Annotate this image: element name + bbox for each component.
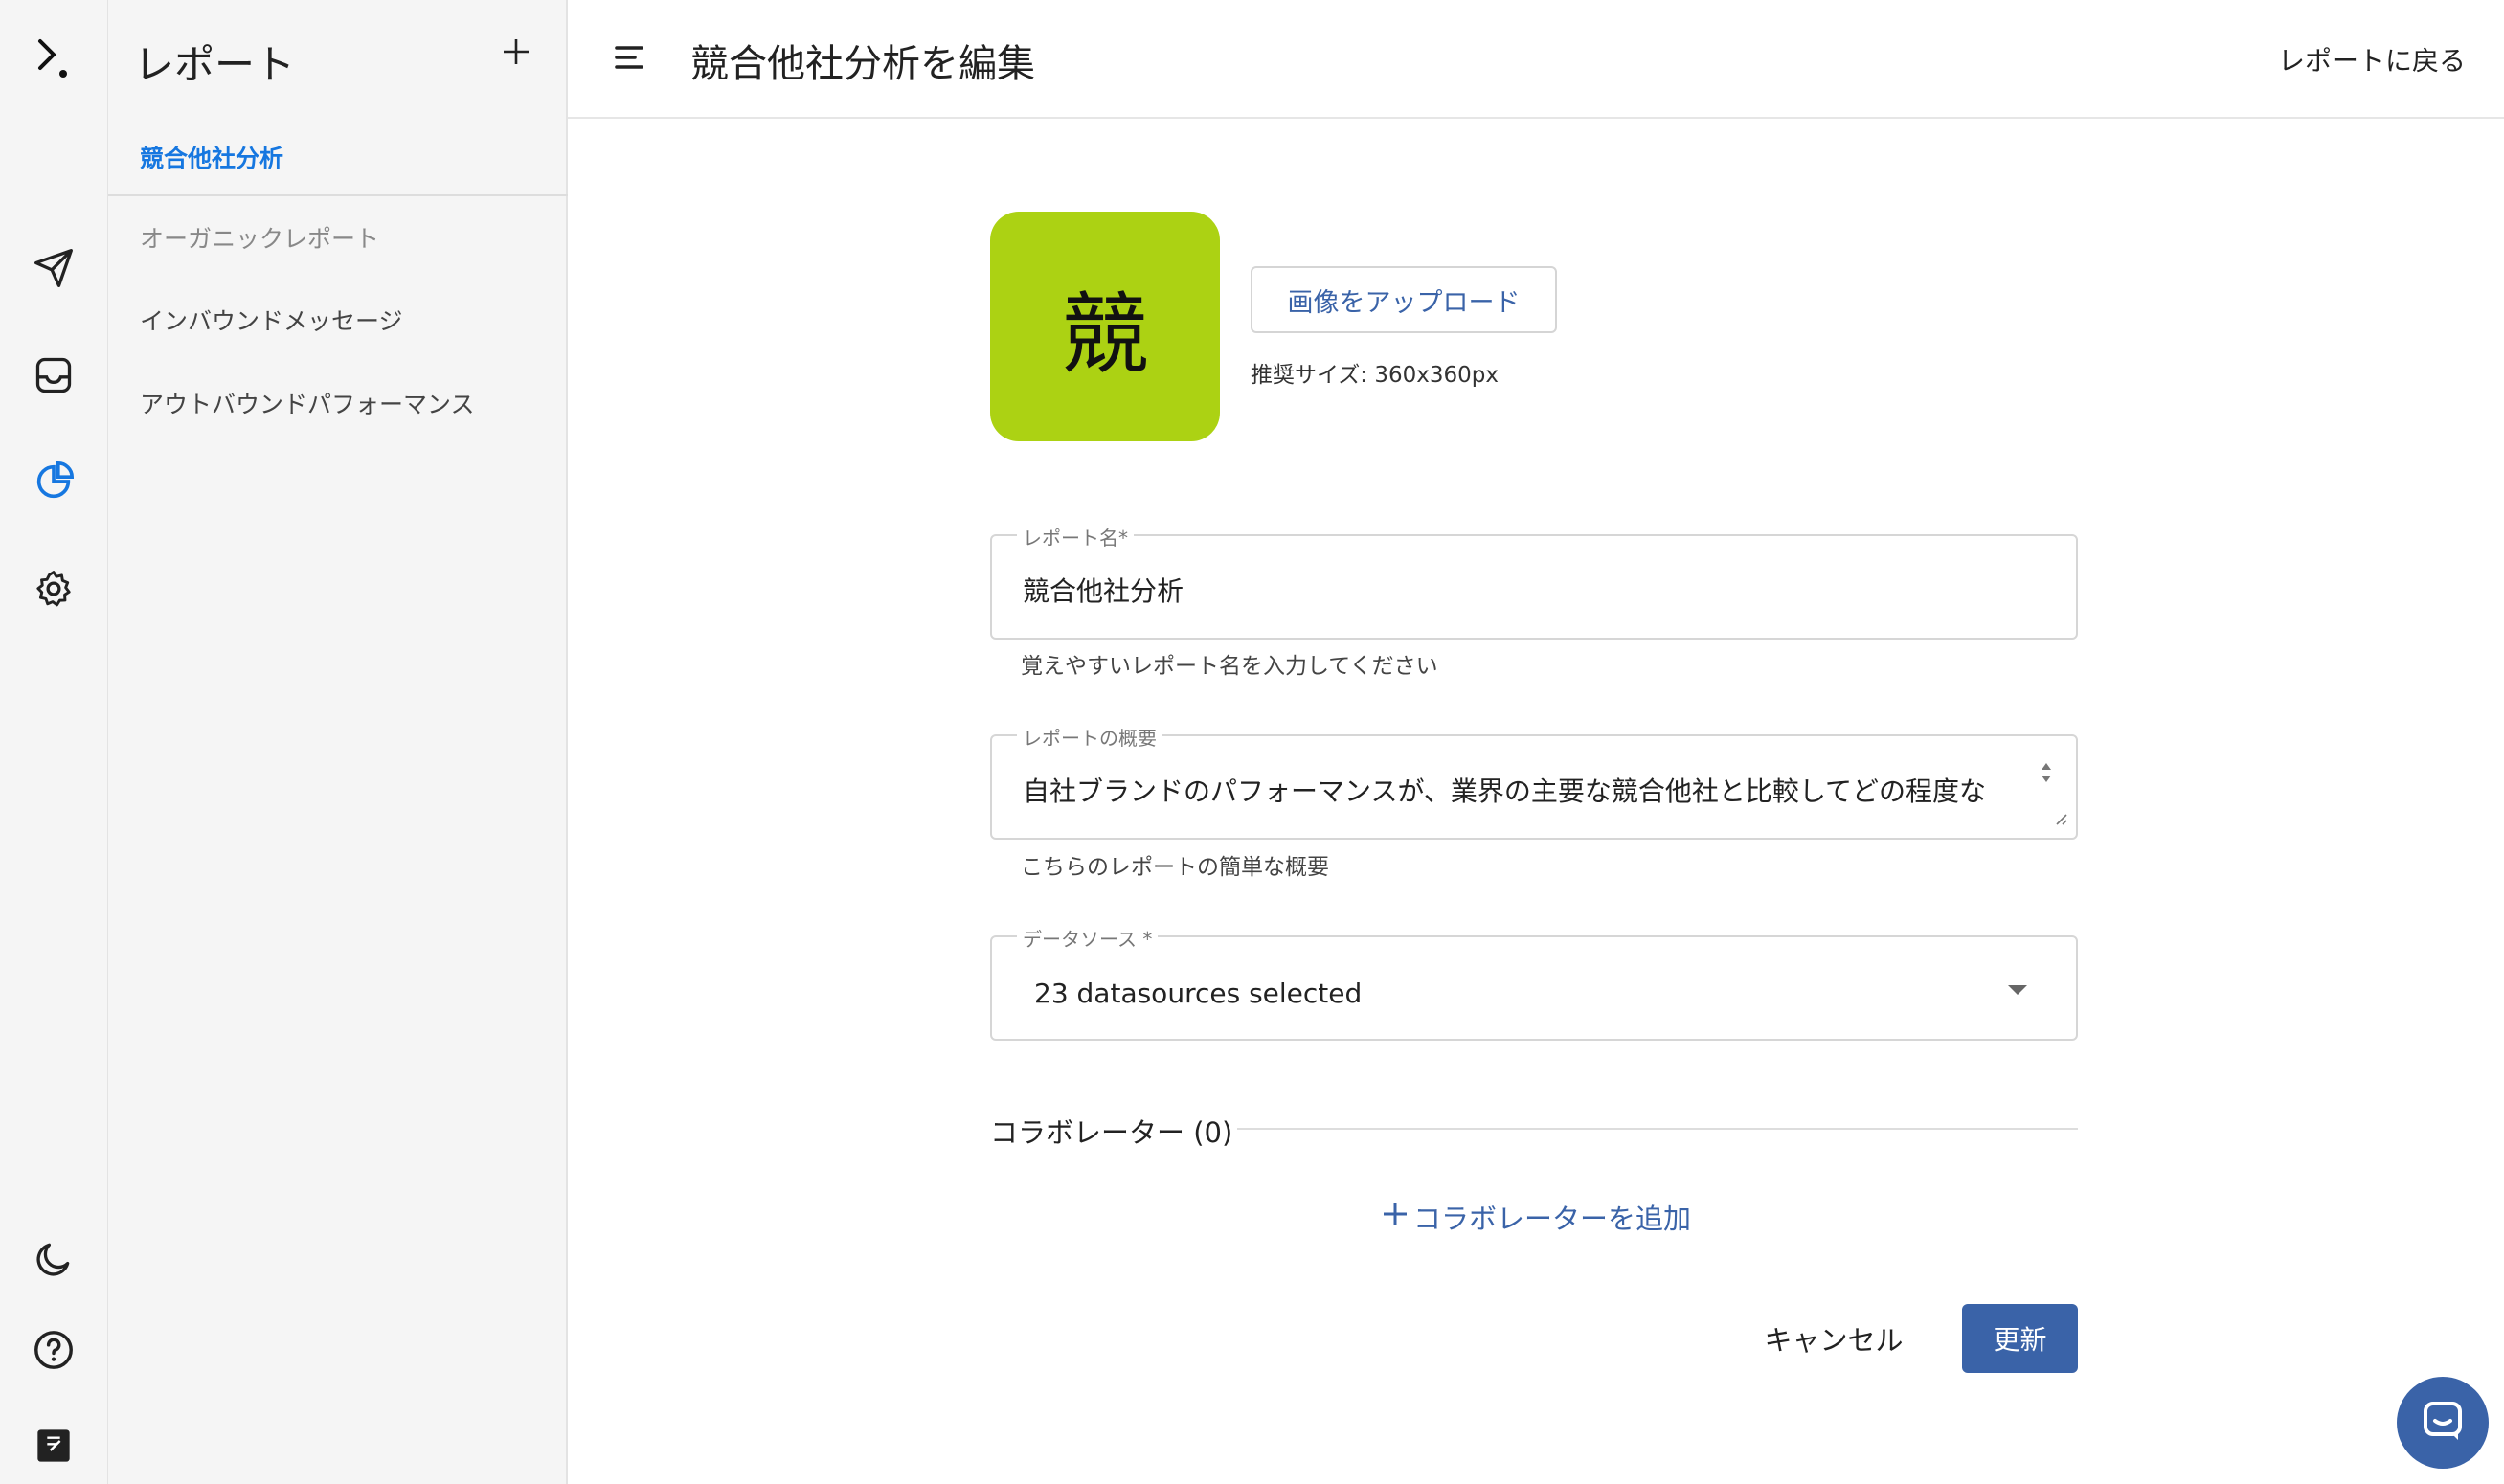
- reports-sidebar: レポート 競合他社分析 オーガニックレポート インバウンドメッセージ アウトバウ…: [108, 0, 568, 1484]
- sidebar-item-outbound-performance[interactable]: アウトバウンドパフォーマンス: [140, 386, 475, 420]
- plus-icon: [501, 36, 531, 71]
- plus-icon: [1381, 1200, 1410, 1235]
- logo-icon[interactable]: [25, 31, 82, 88]
- report-summary-helper: こちらのレポートの簡単な概要: [1021, 855, 1329, 880]
- report-summary-label: レポートの概要: [1017, 723, 1162, 751]
- update-button[interactable]: 更新: [1962, 1304, 2078, 1373]
- sidebar-divider: [108, 194, 568, 196]
- add-report-button[interactable]: [487, 25, 545, 82]
- gear-icon[interactable]: [25, 560, 82, 618]
- sidebar-item-inbound-messages[interactable]: インバウンドメッセージ: [140, 303, 403, 337]
- collaborators-divider: [1237, 1128, 2078, 1130]
- report-name-label: レポート名*: [1017, 523, 1134, 551]
- chat-icon: [2420, 1398, 2466, 1448]
- add-collaborator-label: コラボレーターを追加: [1413, 1203, 1692, 1235]
- report-name-helper: 覚えやすいレポート名を入力してください: [1021, 654, 1438, 679]
- inbox-icon[interactable]: [25, 347, 82, 404]
- pie-chart-icon[interactable]: [25, 453, 82, 510]
- datasource-selected-value: 23 datasources selected: [1034, 978, 1363, 1009]
- notebook-icon[interactable]: [25, 1417, 82, 1474]
- page-header: 競合他社分析を編集 レポートに戻る: [568, 0, 2504, 119]
- menu-icon: [614, 44, 644, 75]
- datasource-select[interactable]: データソース * 23 datasources selected: [990, 924, 2078, 1041]
- add-collaborator-button[interactable]: コラボレーターを追加: [1381, 1197, 1691, 1237]
- scroll-arrows-icon[interactable]: [2040, 761, 2053, 788]
- report-name-field[interactable]: レポート名* 競合他社分析: [990, 523, 2078, 640]
- datasource-label: データソース *: [1017, 924, 1159, 952]
- sidebar-item-competitor-analysis[interactable]: 競合他社分析: [140, 140, 283, 174]
- sidebar-title: レポート: [134, 41, 296, 88]
- send-icon[interactable]: [25, 239, 82, 297]
- back-to-reports-link[interactable]: レポートに戻る: [2278, 40, 2466, 79]
- report-name-input[interactable]: 競合他社分析: [1023, 571, 1184, 609]
- upload-image-button[interactable]: 画像をアップロード: [1251, 266, 1557, 333]
- menu-toggle-button[interactable]: [602, 33, 656, 86]
- collaborators-heading: コラボレーター (0): [990, 1116, 1233, 1149]
- help-icon[interactable]: [25, 1321, 82, 1379]
- resize-handle-icon[interactable]: [2053, 811, 2068, 830]
- upload-size-hint: 推奨サイズ: 360x360px: [1251, 363, 1499, 388]
- page-title: 競合他社分析を編集: [690, 42, 1035, 86]
- sidebar-item-organic-report[interactable]: オーガニックレポート: [140, 220, 379, 255]
- report-summary-field[interactable]: レポートの概要 自社ブランドのパフォーマンスが、業界の主要な競合他社と比較してど…: [990, 723, 2078, 840]
- moon-icon[interactable]: [25, 1230, 82, 1288]
- report-avatar: 競: [990, 212, 1220, 441]
- cancel-button[interactable]: キャンセル: [1743, 1304, 1925, 1373]
- chevron-down-icon: [2007, 981, 2028, 1000]
- icon-rail: [0, 0, 108, 1484]
- chat-support-button[interactable]: [2397, 1377, 2489, 1469]
- report-summary-textarea[interactable]: 自社ブランドのパフォーマンスが、業界の主要な競合他社と比較してどの程度な: [1023, 771, 2028, 809]
